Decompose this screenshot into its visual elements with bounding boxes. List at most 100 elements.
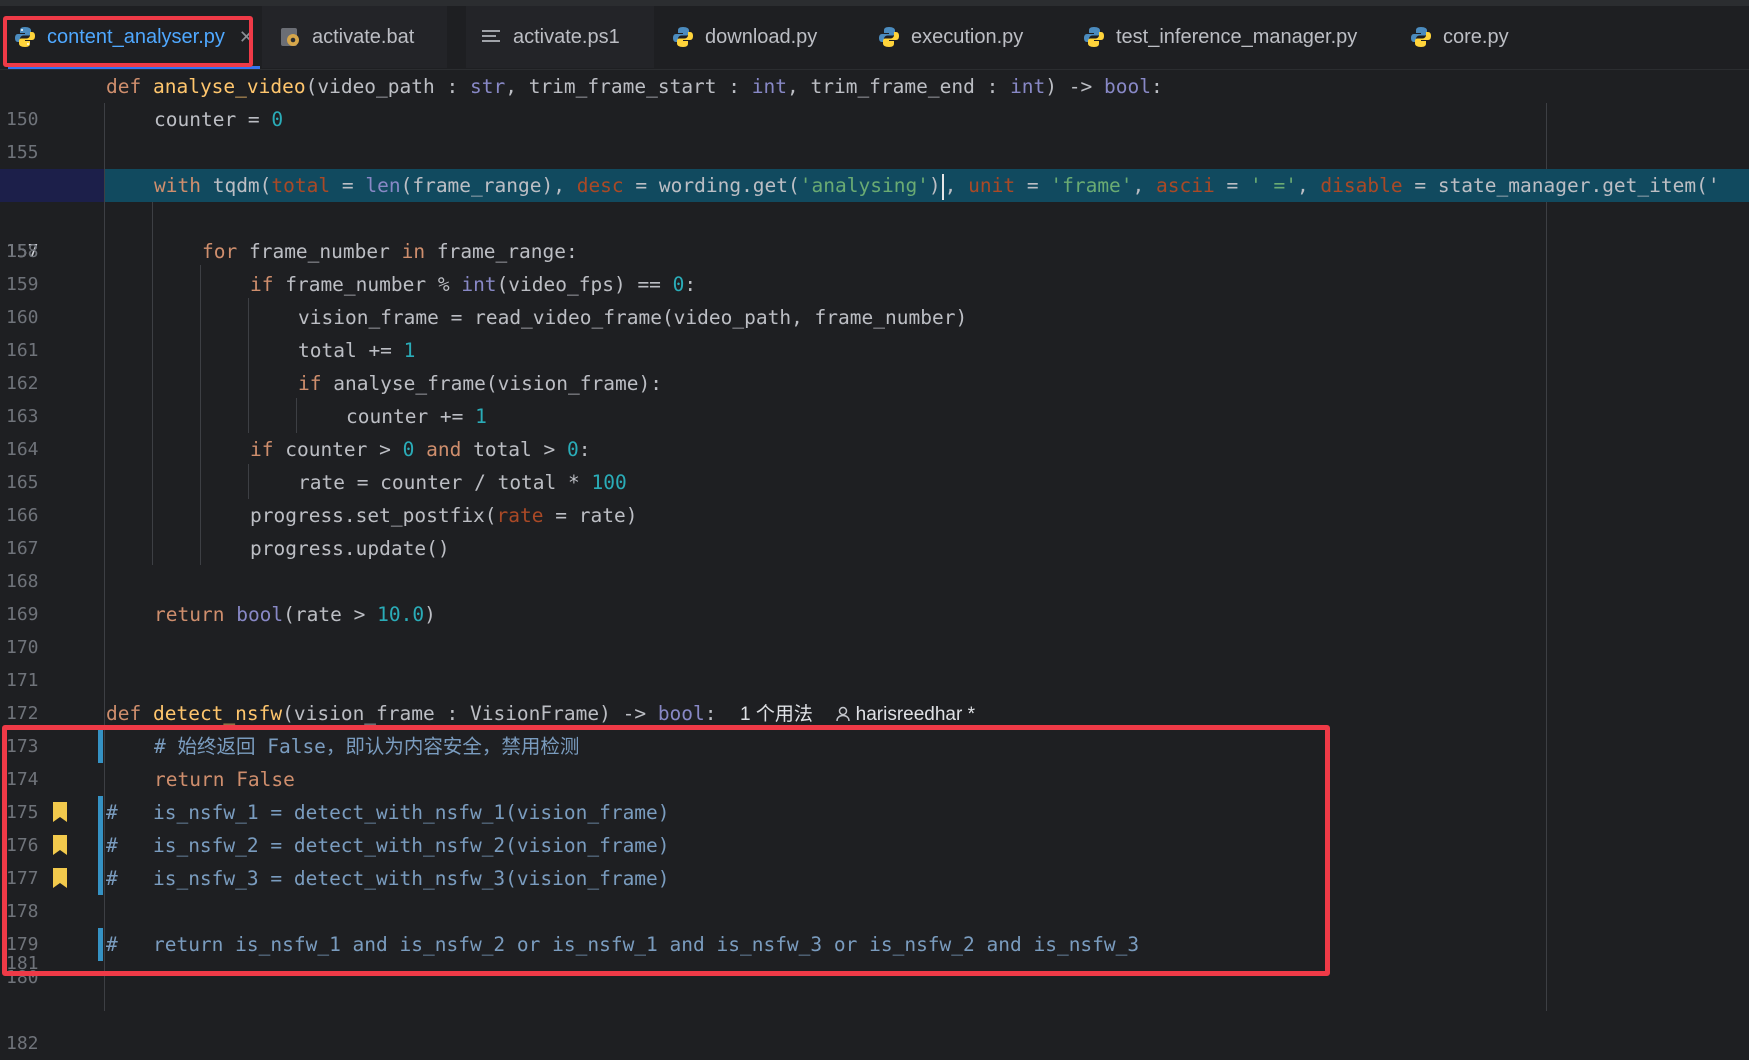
code-token: int bbox=[461, 273, 497, 296]
code-token: ' =' bbox=[1249, 174, 1297, 197]
text-caret bbox=[941, 173, 944, 200]
code-token: 10.0 bbox=[377, 603, 425, 626]
tab-activate-ps1[interactable]: activate.ps1 bbox=[466, 6, 654, 68]
code-token: bool bbox=[236, 603, 284, 626]
code-line[interactable]: 160 if frame_number % int(video_fps) == … bbox=[0, 268, 1749, 328]
tab-test-inference-manager[interactable]: test_inference_manager.py bbox=[1081, 6, 1357, 68]
code-line[interactable]: 150 def analyse_video(video_path : str, … bbox=[0, 70, 1749, 130]
code-token: counter > bbox=[273, 438, 403, 461]
code-token: progress.update() bbox=[250, 537, 450, 560]
author-name: harisreedhar * bbox=[855, 704, 975, 725]
code-token: , bbox=[944, 174, 969, 197]
code-token: disable bbox=[1320, 174, 1403, 197]
code-token: = bbox=[1015, 174, 1051, 197]
code-token: 1 bbox=[475, 405, 487, 428]
annotation-highlight-tab bbox=[3, 16, 253, 67]
author-hint[interactable]: harisreedhar * bbox=[836, 704, 975, 725]
code-token: = state_manager.get_item(' bbox=[1402, 174, 1720, 197]
code-token: vision_frame = read_video_frame(video_pa… bbox=[298, 306, 968, 329]
code-token: unit bbox=[968, 174, 1016, 197]
code-token: rate = counter / total * bbox=[298, 471, 592, 494]
code-line[interactable]: 161 vision_frame = read_video_frame(vide… bbox=[0, 301, 1749, 361]
code-line[interactable]: 166 rate = counter / total * 100 bbox=[0, 466, 1749, 526]
code-line-current[interactable]: 157 with tqdm(total = len(frame_range), … bbox=[0, 169, 1749, 262]
tab-label: core.py bbox=[1443, 25, 1509, 48]
python-icon bbox=[1081, 24, 1107, 50]
tab-label: activate.ps1 bbox=[513, 25, 620, 48]
code-token: 100 bbox=[591, 471, 627, 494]
tab-activate-bat[interactable]: activate.bat bbox=[262, 6, 447, 68]
code-token: progress.set_postfix( bbox=[250, 504, 497, 527]
gear-file-icon bbox=[277, 24, 303, 50]
code-line[interactable]: 165 if counter > 0 and total > 0: bbox=[0, 433, 1749, 493]
code-line[interactable]: 167 progress.set_postfix(rate = rate) bbox=[0, 499, 1749, 559]
tab-core[interactable]: core.py bbox=[1408, 6, 1509, 68]
python-icon bbox=[876, 24, 902, 50]
usages-hint[interactable]: 1 个用法 bbox=[740, 704, 813, 725]
code-token: analyse_frame(vision_frame): bbox=[321, 372, 662, 395]
code-line[interactable]: 169 bbox=[0, 565, 1749, 625]
code-token: frame_number bbox=[237, 240, 402, 263]
tab-label: execution.py bbox=[911, 25, 1024, 48]
code-token: int bbox=[1010, 75, 1046, 98]
code-line[interactable]: 171 bbox=[0, 631, 1749, 691]
code-token: total += bbox=[298, 339, 404, 362]
code-token: : bbox=[704, 702, 717, 725]
tab-label: test_inference_manager.py bbox=[1116, 25, 1358, 48]
code-token: , trim_frame_end : bbox=[787, 75, 1011, 98]
code-token: def bbox=[106, 75, 142, 98]
code-token: len bbox=[365, 174, 401, 197]
code-token: desc bbox=[576, 174, 624, 197]
code-token: if bbox=[250, 273, 274, 296]
code-token: ) bbox=[424, 603, 436, 626]
code-line[interactable]: 158 bbox=[0, 202, 1749, 262]
code-token: (video_fps) == bbox=[496, 273, 673, 296]
code-token: 1 bbox=[403, 339, 416, 362]
code-line[interactable]: 164 counter += 1 bbox=[0, 400, 1749, 460]
code-token: = bbox=[1214, 174, 1250, 197]
tab-label: activate.bat bbox=[312, 25, 415, 48]
python-icon bbox=[670, 24, 696, 50]
code-line[interactable]: 172 bbox=[0, 664, 1749, 724]
code-line[interactable]: 159 for frame_number in frame_range: bbox=[0, 235, 1749, 295]
code-token: 0 bbox=[567, 438, 579, 461]
code-token: (vision_frame : VisionFrame) -> bbox=[282, 702, 658, 725]
code-token: return bbox=[154, 603, 225, 626]
code-token: total > bbox=[461, 438, 568, 461]
code-line[interactable]: 162 total += 1 bbox=[0, 334, 1749, 394]
code-token: 'analysing' bbox=[799, 174, 929, 197]
code-line[interactable]: 170 return bool(rate > 10.0) bbox=[0, 598, 1749, 658]
code-token: : bbox=[1150, 75, 1163, 98]
code-line[interactable]: 168 progress.update() bbox=[0, 532, 1749, 592]
text-file-icon bbox=[478, 24, 504, 50]
code-token: and bbox=[414, 438, 462, 461]
tab-execution[interactable]: execution.py bbox=[876, 6, 1023, 68]
code-token: (rate > bbox=[283, 603, 378, 626]
code-token: 0 bbox=[402, 438, 415, 461]
code-token: str bbox=[469, 75, 506, 98]
code-token: rate bbox=[496, 504, 544, 527]
code-token: : bbox=[578, 438, 591, 461]
code-token: analyse_video bbox=[152, 75, 306, 98]
code-line[interactable]: 163 if analyse_frame(vision_frame): bbox=[0, 367, 1749, 427]
code-token: def bbox=[106, 702, 142, 725]
code-token: detect_nsfw bbox=[152, 702, 283, 725]
code-token: = wording.get( bbox=[623, 174, 800, 197]
code-token: counter += bbox=[346, 405, 476, 428]
code-token: if bbox=[250, 438, 274, 461]
code-token: (frame_range), bbox=[400, 174, 577, 197]
code-line[interactable]: 156 bbox=[0, 136, 1749, 196]
code-token: counter = bbox=[154, 108, 272, 131]
code-token: for bbox=[202, 240, 238, 263]
code-token: 'frame' bbox=[1050, 174, 1133, 197]
code-token: 0 bbox=[271, 108, 284, 131]
code-line[interactable]: 155 counter = 0 bbox=[0, 103, 1749, 163]
tab-download[interactable]: download.py bbox=[670, 6, 817, 68]
code-token: with bbox=[154, 174, 201, 197]
user-icon bbox=[836, 706, 851, 722]
code-token: : bbox=[684, 273, 697, 296]
code-token: total bbox=[271, 174, 331, 197]
code-token: , bbox=[1296, 174, 1321, 197]
line-number: 182 bbox=[6, 1033, 39, 1054]
